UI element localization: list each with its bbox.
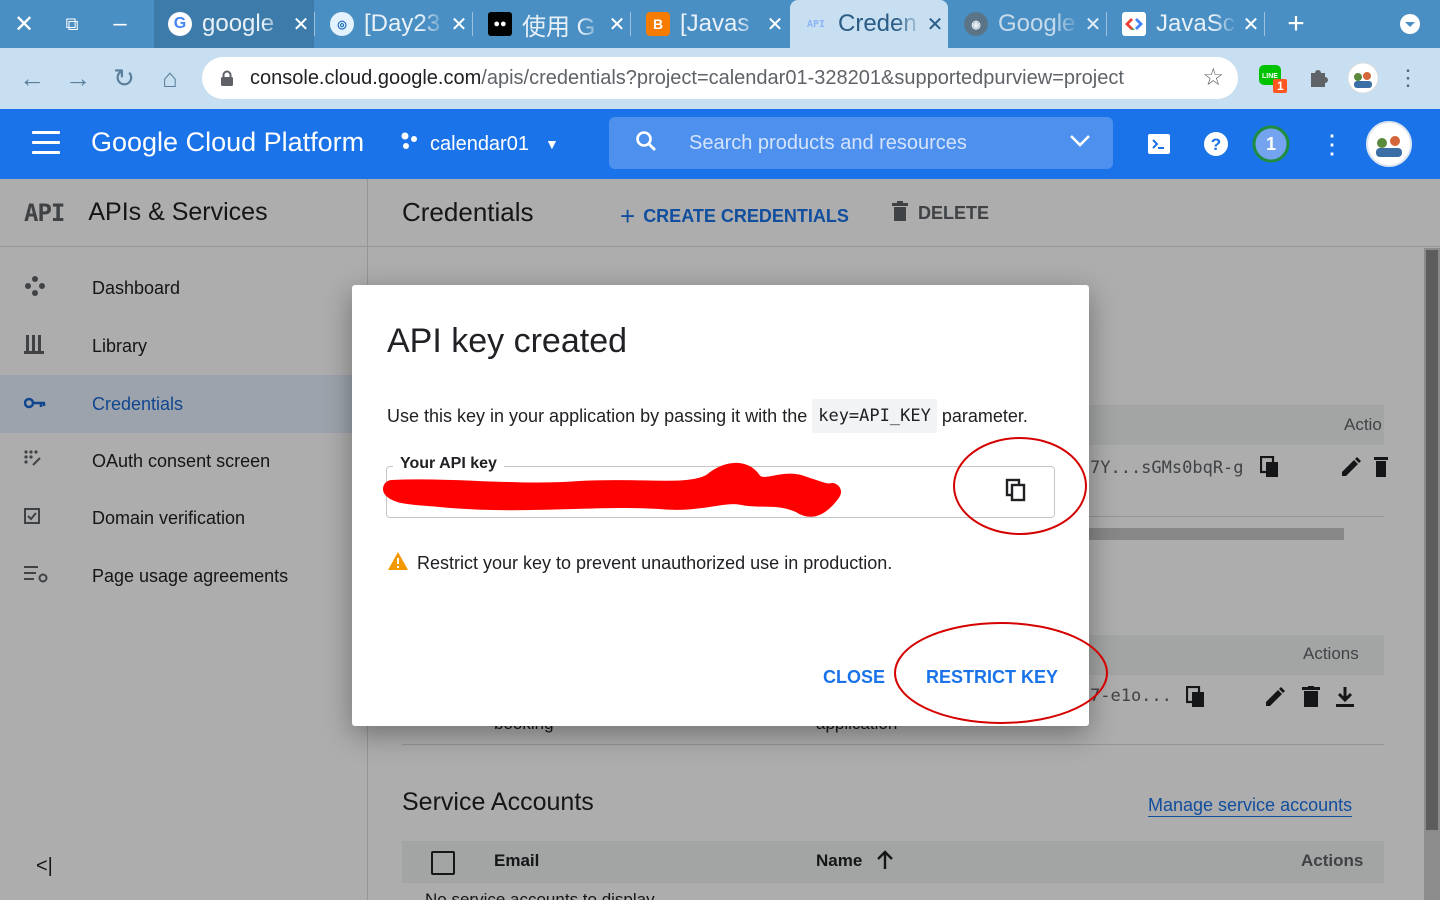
tab-search-icon[interactable] <box>1386 0 1434 48</box>
chevron-down-icon[interactable] <box>1069 131 1091 154</box>
search-icon <box>635 130 657 158</box>
svg-text:?: ? <box>1211 135 1221 154</box>
gcp-brand[interactable]: Google Cloud Platform <box>91 127 364 158</box>
param-code: key=API_KEY <box>812 399 937 433</box>
browser-tab[interactable]: JavaSc ✕ <box>1108 0 1264 48</box>
api-key-field-label: Your API key <box>393 455 504 473</box>
dialog-description: Use this key in your application by pass… <box>387 399 1028 433</box>
gcp-header: Google Cloud Platform calendar01 ▼ ? 1 ⋮ <box>0 109 1440 179</box>
browser-menu-icon[interactable]: ⋮ <box>1390 60 1426 96</box>
browser-toolbar: ← → ↻ ⌂ console.cloud.google.com/apis/cr… <box>0 48 1440 109</box>
api-key-field[interactable] <box>386 466 1055 518</box>
account-avatar[interactable] <box>1366 121 1412 167</box>
address-bar[interactable]: console.cloud.google.com/apis/credential… <box>202 57 1238 99</box>
restrict-key-button[interactable]: RESTRICT KEY <box>926 667 1058 688</box>
dialog-title: API key created <box>387 322 628 360</box>
forward-arrow-icon[interactable]: → <box>56 56 100 100</box>
home-icon[interactable]: ⌂ <box>148 56 192 100</box>
api-icon: API <box>806 18 826 30</box>
cloud-shell-icon[interactable] <box>1143 128 1175 160</box>
project-dots-icon <box>400 131 420 157</box>
hamburger-menu-icon[interactable] <box>32 131 60 157</box>
url-text: console.cloud.google.com/apis/credential… <box>250 66 1124 89</box>
medium-icon: ●● <box>488 12 512 36</box>
tab-close-icon[interactable]: ✕ <box>604 12 630 37</box>
project-selector[interactable]: calendar01 ▼ <box>400 131 559 157</box>
browser-tab[interactable]: ●● 使用 G ✕ <box>474 0 630 48</box>
restrict-warning: Restrict your key to prevent unauthorize… <box>387 551 892 576</box>
extension-badge: 1 <box>1277 79 1284 93</box>
profile-avatar[interactable] <box>1345 60 1381 96</box>
github-icon: ◉ <box>964 12 988 36</box>
line-extension-icon[interactable]: LINE 1 <box>1254 60 1290 96</box>
browser-tab[interactable]: G google ✕ <box>154 0 314 48</box>
lock-icon <box>220 70 234 86</box>
browser-tab-active[interactable]: API Creden ✕ <box>790 0 948 48</box>
chevron-down-icon: ▼ <box>544 136 559 152</box>
back-arrow-icon[interactable]: ← <box>10 56 54 100</box>
tab-close-icon[interactable]: ✕ <box>288 12 314 37</box>
api-key-created-dialog: API key created Use this key in your app… <box>352 285 1089 726</box>
browser-tab-strip: ✕ ⧉ – G google ✕ ◎ [Day23 ✕ ●● 使用 G ✕ B … <box>0 0 1440 48</box>
search-box[interactable] <box>609 117 1113 169</box>
window-restore-icon[interactable]: ⧉ <box>48 0 96 48</box>
browser-tab[interactable]: ◉ Google ✕ <box>950 0 1106 48</box>
window-minimize-icon[interactable]: – <box>96 0 144 48</box>
tab-close-icon[interactable]: ✕ <box>922 12 948 37</box>
search-input[interactable] <box>689 127 1049 159</box>
google-icon: G <box>168 12 192 36</box>
browser-tab[interactable]: B [Javas ✕ <box>632 0 788 48</box>
window-close-icon[interactable]: ✕ <box>0 0 48 48</box>
reload-icon[interactable]: ↻ <box>102 56 146 100</box>
copy-api-key-button[interactable] <box>1005 478 1033 506</box>
notifications-badge[interactable]: 1 <box>1252 125 1290 163</box>
svg-text:LINE: LINE <box>1262 73 1278 80</box>
warning-icon <box>387 551 409 576</box>
blogger-icon: B <box>646 12 670 36</box>
ithome-icon: ◎ <box>330 12 354 36</box>
tab-close-icon[interactable]: ✕ <box>1080 12 1106 37</box>
browser-tab[interactable]: ◎ [Day23 ✕ <box>316 0 472 48</box>
tab-close-icon[interactable]: ✕ <box>1238 12 1264 37</box>
google-dev-icon <box>1122 12 1146 36</box>
tab-close-icon[interactable]: ✕ <box>446 12 472 37</box>
more-vert-icon[interactable]: ⋮ <box>1316 128 1348 160</box>
help-icon[interactable]: ? <box>1200 128 1232 160</box>
new-tab-icon[interactable]: + <box>1272 0 1320 48</box>
close-button[interactable]: CLOSE <box>823 667 885 688</box>
tab-close-icon[interactable]: ✕ <box>762 12 788 37</box>
puzzle-extensions-icon[interactable] <box>1300 60 1336 96</box>
bookmark-star-icon[interactable]: ☆ <box>1202 63 1224 92</box>
